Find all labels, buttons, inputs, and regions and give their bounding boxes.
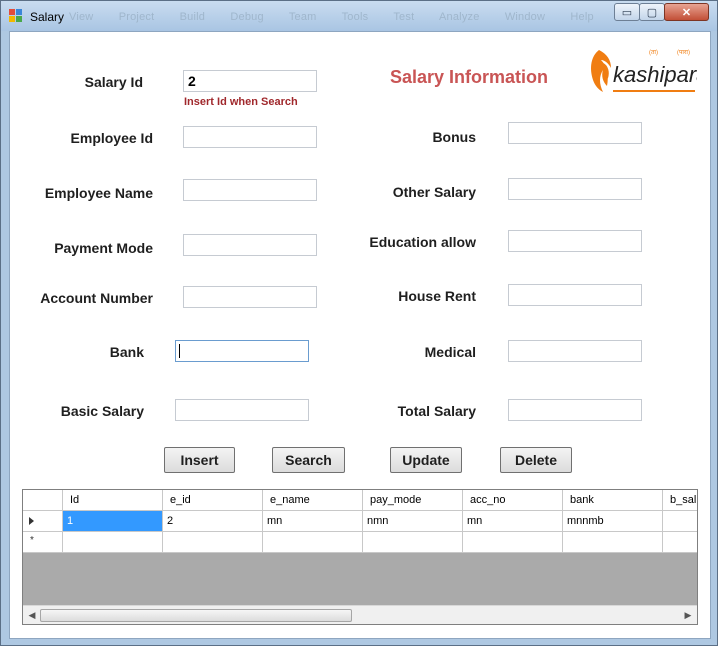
column-header-e-id[interactable]: e_id	[163, 490, 263, 511]
grid-cell[interactable]: mnnmb	[563, 511, 663, 532]
minimize-icon: ▭	[621, 6, 633, 19]
maximize-button[interactable]: ▢	[639, 3, 665, 21]
employee-name-label: Employee Name	[44, 185, 153, 201]
close-button[interactable]: ✕	[664, 3, 709, 21]
insert-button[interactable]: Insert	[164, 447, 235, 473]
menu-item: Debug	[230, 11, 264, 23]
menu-item: Test	[393, 11, 415, 23]
payment-mode-label: Payment Mode	[54, 240, 153, 256]
menu-item: View	[69, 11, 94, 23]
kashipara-logo: kashipara (ता) (पारा)	[591, 50, 697, 92]
grid-cell[interactable]	[663, 511, 697, 532]
education-allow-label: Education allow	[369, 234, 476, 250]
menu-item: Help	[570, 11, 594, 23]
salary-window: Salary View Project Build Debug Team Too…	[0, 0, 718, 646]
payment-mode-input[interactable]	[183, 234, 317, 256]
house-rent-input[interactable]	[508, 284, 642, 306]
logo-small-left: (ता)	[649, 50, 658, 56]
search-button[interactable]: Search	[272, 447, 345, 473]
title-bar[interactable]: Salary View Project Build Debug Team Too…	[1, 1, 717, 31]
grid-cell[interactable]	[363, 532, 463, 553]
form-icon	[9, 9, 23, 23]
grid-cell[interactable]: 2	[163, 511, 263, 532]
salary-id-input[interactable]: 2	[183, 70, 317, 92]
grid-cell[interactable]: nmn	[363, 511, 463, 532]
bonus-label: Bonus	[432, 129, 476, 145]
text-caret	[179, 344, 180, 358]
salary-id-label: Salary Id	[84, 74, 143, 90]
menu-item: Analyze	[439, 11, 480, 23]
medical-label: Medical	[424, 344, 476, 360]
grid-cell[interactable]: mn	[463, 511, 563, 532]
close-icon: ✕	[681, 6, 692, 19]
total-salary-label: Total Salary	[397, 403, 476, 419]
page-title: Salary Information	[390, 67, 549, 87]
bonus-input[interactable]	[508, 122, 642, 144]
column-header-e-name[interactable]: e_name	[263, 490, 363, 511]
window-title: Salary	[30, 10, 65, 24]
basic-salary-label: Basic Salary	[60, 403, 144, 419]
account-number-input[interactable]	[183, 286, 317, 308]
basic-salary-input[interactable]	[175, 399, 309, 421]
menu-item: Project	[118, 11, 155, 23]
column-header-pay-mode[interactable]: pay_mode	[363, 490, 463, 511]
minimize-button[interactable]: ▭	[614, 3, 640, 21]
menu-item: Window	[504, 11, 546, 23]
new-row-marker: *	[30, 535, 34, 546]
grid-cell[interactable]	[163, 532, 263, 553]
scroll-left-icon[interactable]: ◀	[25, 608, 39, 622]
column-header-acc-no[interactable]: acc_no	[463, 490, 563, 511]
total-salary-input[interactable]	[508, 399, 642, 421]
column-header-b-sal[interactable]: b_sal	[663, 490, 697, 511]
medical-input[interactable]	[508, 340, 642, 362]
column-header-bank[interactable]: bank	[563, 490, 663, 511]
salary-id-hint: Insert Id when Search	[184, 96, 298, 108]
scrollbar-thumb[interactable]	[40, 609, 352, 622]
employee-id-label: Employee Id	[70, 130, 153, 146]
grid-header-row: Id e_id e_name pay_mode acc_no bank b_sa…	[23, 490, 697, 511]
house-rent-label: House Rent	[398, 288, 476, 304]
new-row[interactable]: *	[23, 532, 697, 553]
employee-name-input[interactable]	[183, 179, 317, 201]
account-number-label: Account Number	[40, 290, 153, 306]
update-button[interactable]: Update	[390, 447, 462, 473]
delete-button[interactable]: Delete	[500, 447, 572, 473]
horizontal-scrollbar[interactable]: ◀ ▶	[23, 605, 697, 624]
bank-label: Bank	[109, 344, 144, 360]
scroll-right-icon[interactable]: ▶	[681, 608, 695, 622]
current-row-arrow-icon	[29, 517, 34, 525]
employee-id-input[interactable]	[183, 126, 317, 148]
salary-data-grid[interactable]: Id e_id e_name pay_mode acc_no bank b_sa…	[22, 489, 698, 625]
background-menu: View Project Build Debug Team Tools Test…	[69, 11, 616, 23]
menu-item: Team	[288, 11, 317, 23]
other-salary-input[interactable]	[508, 178, 642, 200]
other-salary-label: Other Salary	[392, 184, 476, 200]
row-header[interactable]: *	[23, 532, 63, 553]
grid-cell[interactable]: 1	[63, 511, 163, 532]
grid-cell[interactable]	[563, 532, 663, 553]
grid-cell[interactable]	[663, 532, 697, 553]
grid-cell[interactable]	[263, 532, 363, 553]
table-row[interactable]: 1 2 mn nmn mn mnnmb	[23, 511, 697, 532]
row-header[interactable]	[23, 511, 63, 532]
form-client-area: Salary Id 2 Insert Id when Search Employ…	[9, 31, 711, 639]
education-allow-input[interactable]	[508, 230, 642, 252]
menu-item: Tools	[341, 11, 369, 23]
logo-text: kashipara	[613, 62, 697, 87]
grid-cell[interactable]	[63, 532, 163, 553]
menu-item: Build	[179, 11, 206, 23]
grid-cell[interactable]	[463, 532, 563, 553]
column-header-id[interactable]: Id	[63, 490, 163, 511]
logo-small-right: (पारा)	[677, 50, 690, 56]
grid-cell[interactable]: mn	[263, 511, 363, 532]
corner-header[interactable]	[23, 490, 63, 511]
maximize-icon: ▢	[646, 6, 658, 19]
bank-input[interactable]	[175, 340, 309, 362]
